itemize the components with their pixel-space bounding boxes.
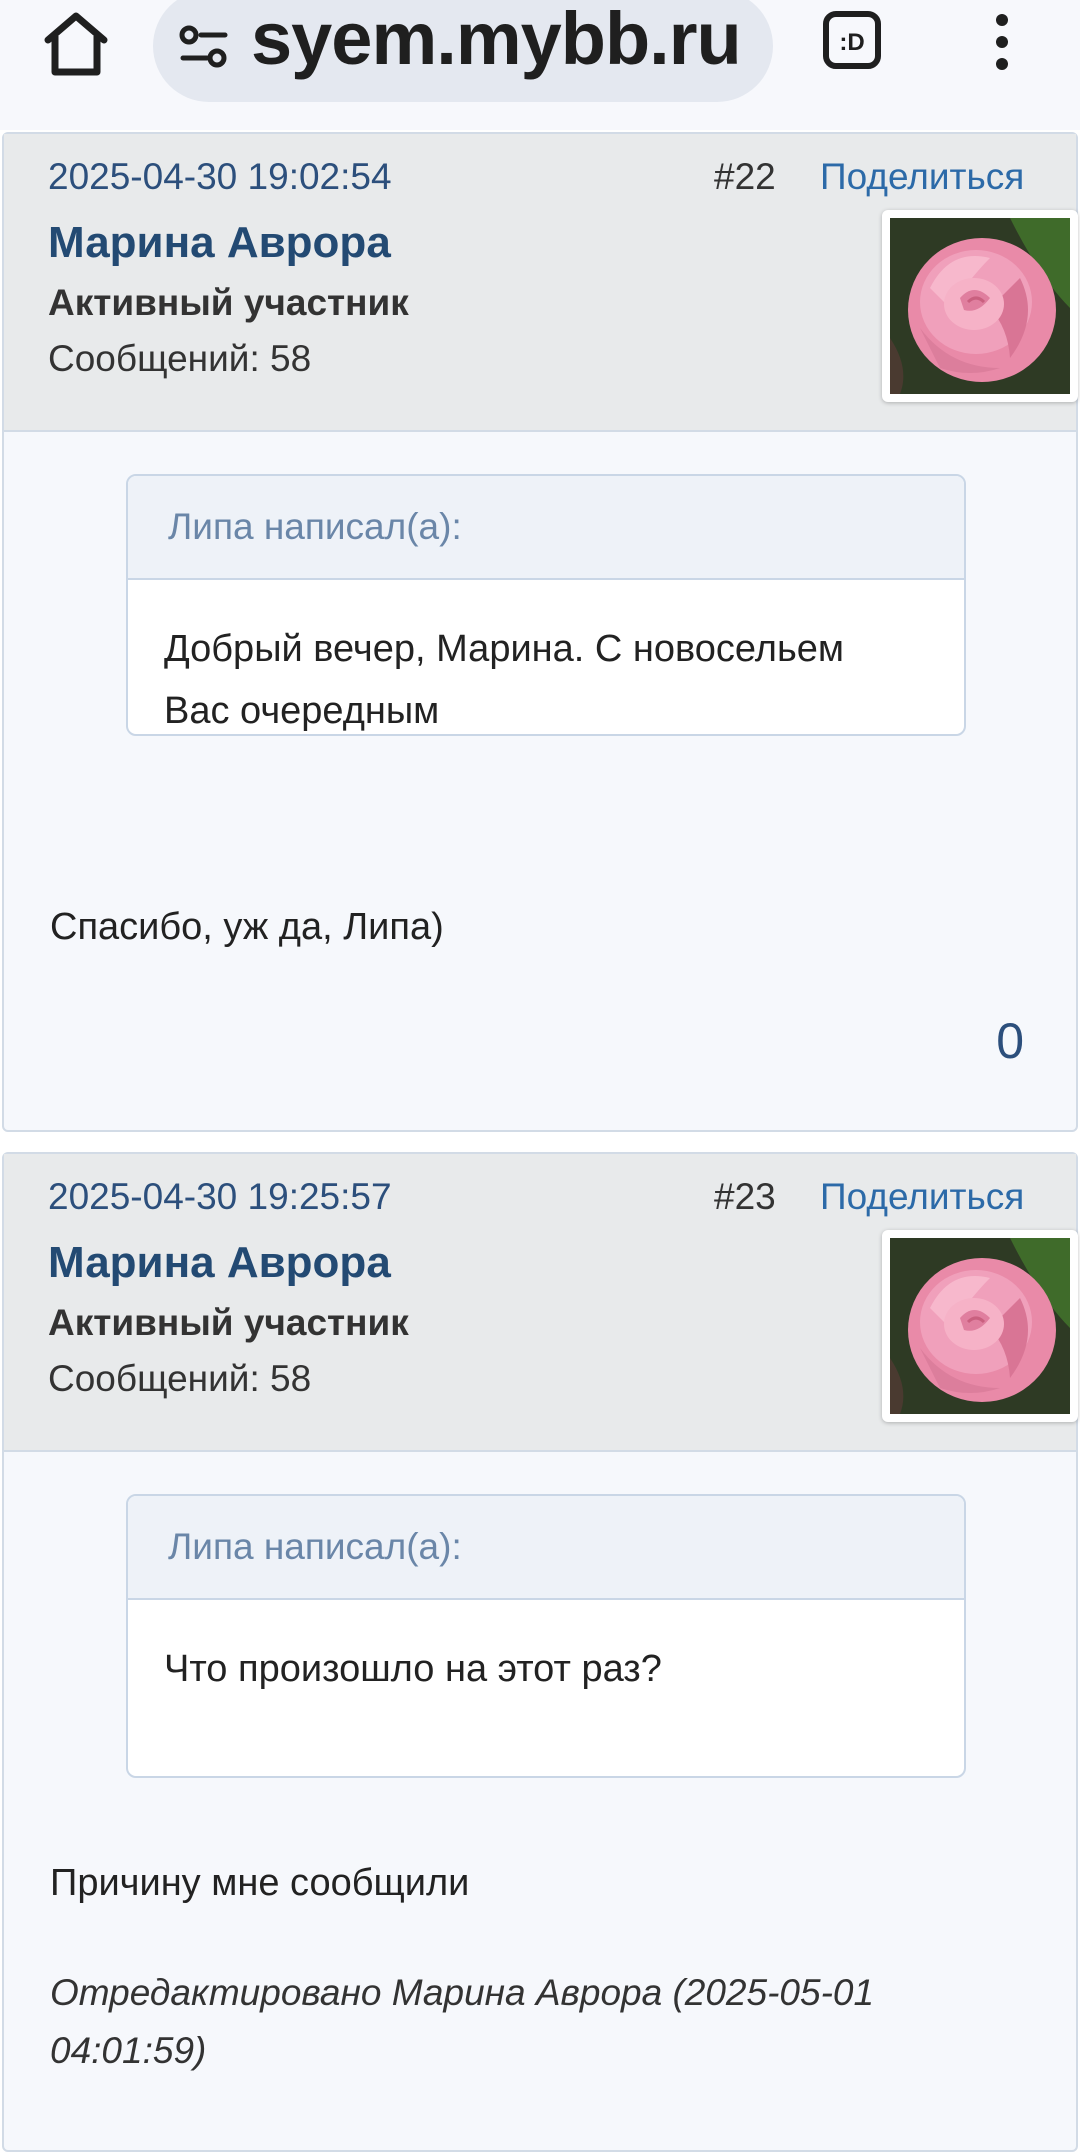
quote-text: Что произошло на этот раз? <box>128 1600 964 1700</box>
share-link[interactable]: Поделиться <box>820 1176 1024 1218</box>
post-header: 2025-04-30 19:02:54 #22 Поделиться Марин… <box>4 134 1078 432</box>
tabs-icon[interactable]: :D <box>820 8 884 72</box>
post-22: 2025-04-30 19:02:54 #22 Поделиться Марин… <box>2 132 1078 1132</box>
quote-line: Вас очередным <box>164 690 440 732</box>
rose-avatar <box>890 218 1070 394</box>
post-23: 2025-04-30 19:25:57 #23 Поделиться Марин… <box>2 1152 1078 2152</box>
quote-text: Добрый вечер, Марина. С новосельем Вас о… <box>128 580 964 734</box>
post-text: Причину мне сообщили <box>50 1862 470 1904</box>
author-name[interactable]: Марина Аврора <box>48 1238 391 1288</box>
avatar[interactable] <box>882 210 1078 402</box>
more-vert-icon[interactable] <box>982 6 1022 78</box>
author-rank: Активный участник <box>48 1302 409 1343</box>
quote-block: Липа написал(а): Что произошло на этот р… <box>126 1494 966 1778</box>
edited-note: Отредактировано Марина Аврора (2025-05-0… <box>50 1964 1010 2080</box>
message-count: Сообщений: 58 <box>48 1358 312 1399</box>
post-number[interactable]: #23 <box>714 1176 776 1218</box>
home-icon[interactable] <box>40 8 112 80</box>
post-number[interactable]: #22 <box>714 156 776 198</box>
edited-line: Отредактировано Марина Аврора (2025-05-0… <box>50 1972 875 2013</box>
post-date[interactable]: 2025-04-30 19:02:54 <box>48 156 392 198</box>
quote-header: Липа написал(а): <box>128 476 964 580</box>
edited-line: 04:01:59) <box>50 2030 207 2071</box>
browser-toolbar: syem.mybb.ru :D <box>0 0 1080 130</box>
url-text[interactable]: syem.mybb.ru <box>251 0 742 81</box>
share-link[interactable]: Поделиться <box>820 156 1024 198</box>
post-text: Спасибо, уж да, Липа) <box>50 906 444 948</box>
quote-block: Липа написал(а): Добрый вечер, Марина. С… <box>126 474 966 736</box>
rating-count[interactable]: 0 <box>996 1012 1024 1070</box>
message-count: Сообщений: 58 <box>48 338 312 379</box>
quote-header: Липа написал(а): <box>128 1496 964 1600</box>
quote-line: Добрый вечер, Марина. С новосельем <box>164 628 845 670</box>
author-rank: Активный участник <box>48 282 409 323</box>
post-header: 2025-04-30 19:25:57 #23 Поделиться Марин… <box>4 1154 1078 1452</box>
post-date[interactable]: 2025-04-30 19:25:57 <box>48 1176 392 1218</box>
rose-avatar <box>890 1238 1070 1414</box>
tabs-label: :D <box>839 29 864 56</box>
site-settings-icon[interactable] <box>177 20 231 74</box>
avatar[interactable] <box>882 1230 1078 1422</box>
author-name[interactable]: Марина Аврора <box>48 218 391 268</box>
quote-line: Что произошло на этот раз? <box>164 1648 662 1690</box>
url-bar[interactable]: syem.mybb.ru <box>153 0 773 102</box>
